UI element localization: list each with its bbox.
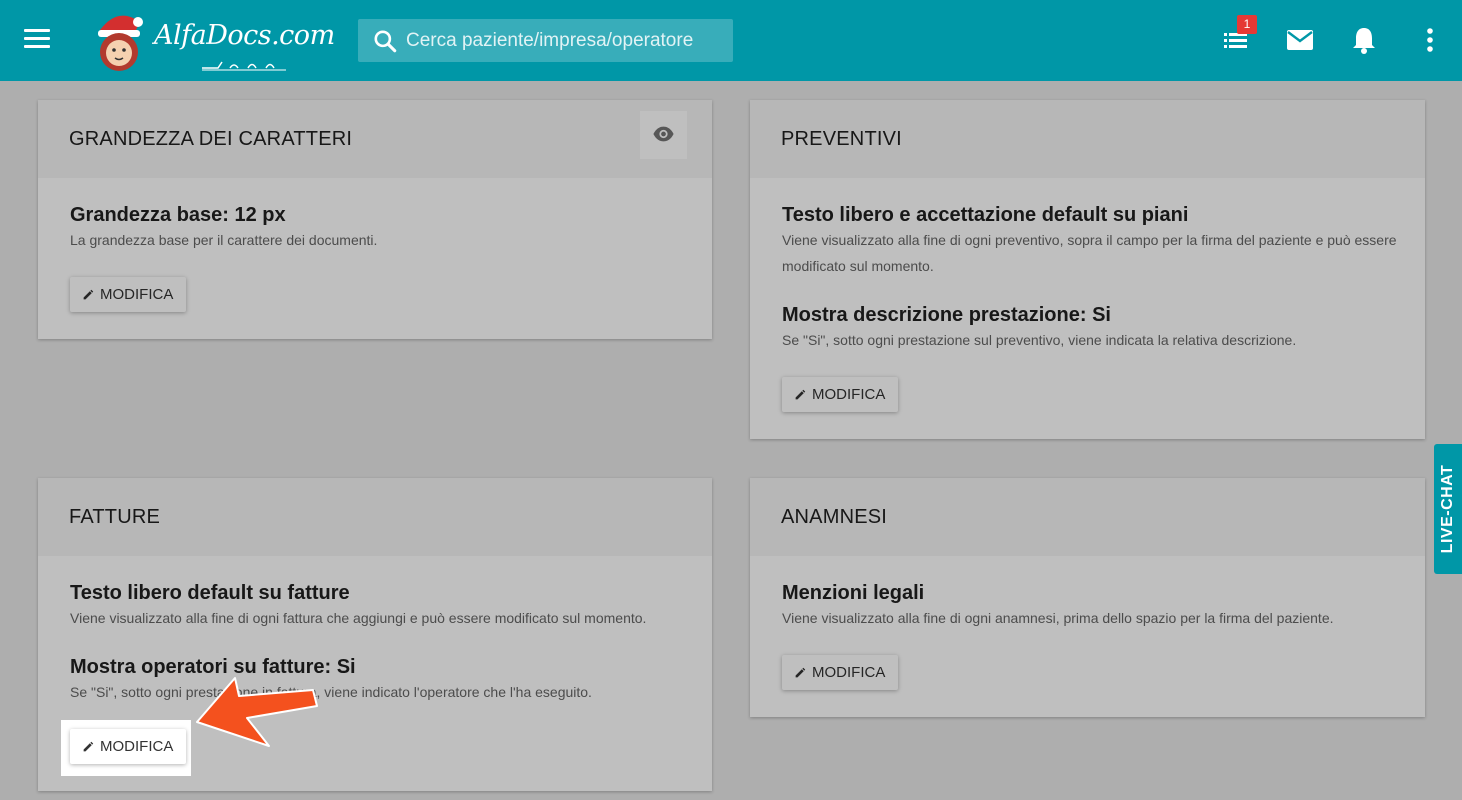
setting-desc: Viene visualizzato alla fine di ogni pre…: [782, 232, 1397, 274]
setting-invoice-operators: Mostra operatori su fatture: Si Se "Si",…: [70, 656, 690, 705]
live-chat-label: LIVE-CHAT: [1439, 464, 1456, 554]
card-header: PREVENTIVI: [750, 100, 1425, 178]
card-title: FATTURE: [69, 506, 161, 528]
card-font-size: GRANDEZZA DEI CARATTERI Grandezza base: …: [38, 100, 712, 339]
menu-icon[interactable]: [24, 29, 50, 49]
setting-title: Testo libero e accettazione default su p…: [782, 204, 1189, 226]
setting-title: Grandezza base: 12 px: [70, 204, 286, 226]
setting-desc: Viene visualizzato alla fine di ogni fat…: [70, 610, 647, 626]
edit-quotes-button[interactable]: MODIFICA: [782, 377, 899, 412]
setting-invoice-free-text: Testo libero default su fatture Viene vi…: [70, 582, 690, 631]
live-chat-tab[interactable]: LIVE-CHAT: [1434, 444, 1462, 574]
card-title: PREVENTIVI: [781, 128, 902, 150]
card-header: GRANDEZZA DEI CARATTERI: [38, 100, 712, 178]
setting-desc: Se "Si", sotto ogni prestazione in fattu…: [70, 684, 592, 700]
bell-icon[interactable]: [1348, 24, 1380, 56]
pencil-icon: [83, 741, 94, 752]
button-label: MODIFICA: [812, 386, 886, 403]
edit-invoices-button[interactable]: MODIFICA: [70, 729, 187, 764]
pencil-icon: [795, 667, 806, 678]
search-input[interactable]: [406, 19, 726, 62]
edit-anamnesis-button[interactable]: MODIFICA: [782, 655, 899, 690]
pointer-arrow-icon: [196, 677, 318, 747]
setting-desc: Se "Si", sotto ogni prestazione sul prev…: [782, 332, 1297, 348]
card-header: ANAMNESI: [750, 478, 1425, 556]
logo[interactable]: AlfaDocs.com: [88, 8, 335, 74]
setting-legal-notes: Menzioni legali Viene visualizzato alla …: [782, 582, 1402, 631]
pencil-icon: [795, 389, 806, 400]
edit-font-size-button[interactable]: MODIFICA: [70, 277, 187, 312]
setting-quote-description: Mostra descrizione prestazione: Si Se "S…: [782, 304, 1402, 353]
search-icon: [374, 30, 397, 53]
more-vertical-icon[interactable]: [1414, 24, 1446, 56]
setting-desc: Viene visualizzato alla fine di ogni ana…: [782, 610, 1334, 626]
card-title: ANAMNESI: [781, 506, 888, 528]
button-label: MODIFICA: [100, 286, 174, 303]
card-title: GRANDEZZA DEI CARATTERI: [69, 128, 353, 150]
button-label: MODIFICA: [100, 738, 174, 755]
card-anamnesis: ANAMNESI Menzioni legali Viene visualizz…: [750, 478, 1425, 717]
setting-title: Menzioni legali: [782, 582, 925, 604]
mail-icon[interactable]: [1284, 24, 1316, 56]
card-quotes: PREVENTIVI Testo libero e accettazione d…: [750, 100, 1425, 439]
setting-desc: La grandezza base per il carattere dei d…: [70, 232, 378, 248]
setting-quote-free-text: Testo libero e accettazione default su p…: [782, 204, 1402, 279]
eye-icon: [653, 126, 674, 142]
setting-title: Mostra operatori su fatture: Si: [70, 656, 356, 678]
setting-base-size: Grandezza base: 12 px La grandezza base …: [70, 204, 377, 253]
setting-title: Mostra descrizione prestazione: Si: [782, 304, 1111, 326]
setting-title: Testo libero default su fatture: [70, 582, 350, 604]
sleigh-icon: [202, 61, 286, 71]
logo-text: AlfaDocs.com: [154, 20, 335, 51]
preview-button[interactable]: [640, 111, 687, 159]
top-bar: AlfaDocs.com 1: [0, 0, 1462, 81]
button-label: MODIFICA: [812, 664, 886, 681]
card-header: FATTURE: [38, 478, 712, 556]
search-bar[interactable]: [358, 19, 733, 62]
lion-santa-logo-icon: [98, 15, 143, 71]
pencil-icon: [83, 289, 94, 300]
notification-badge: 1: [1237, 15, 1257, 34]
highlight-spotlight: MODIFICA: [61, 720, 191, 776]
